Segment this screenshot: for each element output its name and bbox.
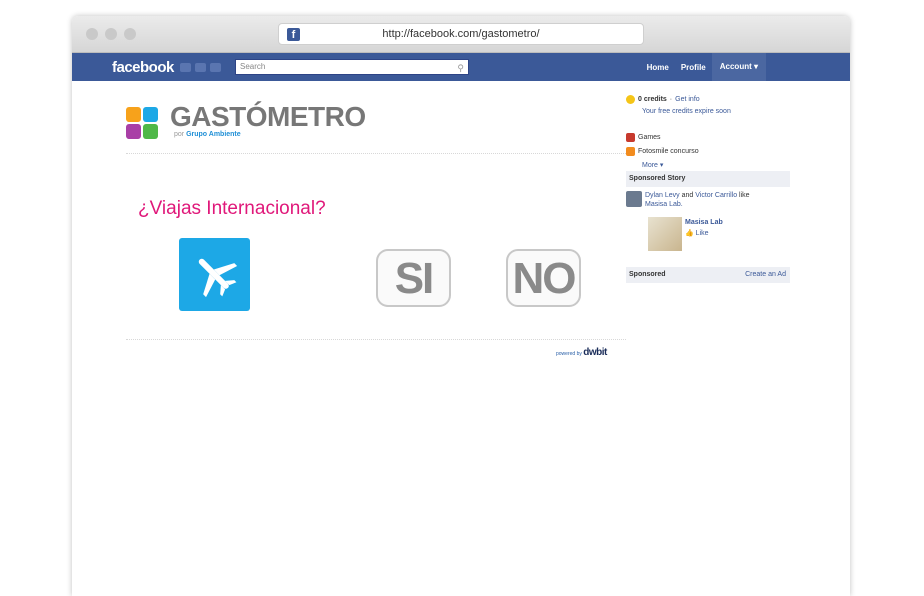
sponsored-title: Sponsored (629, 271, 666, 278)
story-and: and (679, 192, 696, 199)
nav-profile[interactable]: Profile (675, 63, 712, 72)
search-input[interactable]: Search ⚲ (235, 59, 469, 75)
sponsored-story-title: Sponsored Story (629, 175, 686, 182)
no-button[interactable]: NO (506, 249, 581, 307)
search-icon[interactable]: ⚲ (457, 61, 464, 75)
notification-icons (180, 63, 221, 72)
story-card: Masisa Lab 👍 Like (648, 217, 723, 251)
question-text: ¿Viajas Internacional? (138, 198, 326, 219)
story-name-2[interactable]: Victor Carrillo (695, 192, 737, 199)
bookmark-label: Fotosmile concurso (638, 148, 699, 155)
avatar[interactable] (626, 191, 642, 207)
top-nav: Home Profile Account ▾ (641, 53, 766, 81)
divider (126, 153, 626, 154)
credits-coin-icon (626, 95, 635, 104)
powered-prefix: powered by (556, 351, 582, 357)
story-like-text: like (737, 192, 750, 199)
powered-by: powered by dwbit (556, 347, 607, 358)
like-button[interactable]: 👍 Like (685, 230, 709, 237)
get-info-link[interactable]: Get info (675, 96, 700, 103)
subtitle-prefix: por (174, 131, 185, 138)
notifications-icon[interactable] (210, 63, 221, 72)
divider (126, 339, 626, 340)
nav-home[interactable]: Home (641, 63, 675, 72)
airplane-icon (179, 238, 250, 311)
bookmark-fotosmile[interactable]: Fotosmile concurso (626, 147, 699, 156)
app-title: GASTÓMETRO (170, 101, 366, 132)
url-text: http://facebook.com/gastometro/ (382, 28, 540, 40)
app-subtitle: por Grupo Ambiente (174, 131, 241, 138)
sponsored-story: Dylan Levy and Victor Carrillo like Masi… (626, 191, 785, 209)
story-page-link[interactable]: Masisa Lab. (645, 201, 683, 208)
address-bar[interactable]: f http://facebook.com/gastometro/ (278, 23, 644, 45)
minimize-window-button[interactable] (105, 28, 117, 40)
powered-brand[interactable]: dwbit (583, 347, 607, 358)
credits-expire-link[interactable]: Your free credits expire soon (642, 108, 731, 115)
yes-button[interactable]: SI (376, 249, 451, 307)
story-card-title[interactable]: Masisa Lab (685, 219, 723, 226)
credits-count: 0 credits (638, 96, 667, 103)
games-icon (626, 133, 635, 142)
gastometro-logo-icon (126, 107, 158, 139)
browser-toolbar: f http://facebook.com/gastometro/ (72, 16, 850, 53)
credits-row: 0 credits · Get info (626, 95, 700, 104)
bookmark-label: Games (638, 134, 661, 141)
create-ad-link[interactable]: Create an Ad (745, 267, 786, 283)
bookmark-games[interactable]: Games (626, 133, 661, 142)
friend-requests-icon[interactable] (180, 63, 191, 72)
fotosmile-app-icon (626, 147, 635, 156)
facebook-top-bar: facebook Search ⚲ Home Profile Account ▾ (72, 53, 850, 81)
credits-separator: · (669, 96, 673, 103)
browser-window: f http://facebook.com/gastometro/ facebo… (72, 16, 850, 596)
sponsored-header: Sponsored Create an Ad (626, 267, 790, 283)
close-window-button[interactable] (86, 28, 98, 40)
facebook-logo[interactable]: facebook (112, 59, 174, 76)
messages-icon[interactable] (195, 63, 206, 72)
masisa-lab-thumbnail[interactable] (648, 217, 682, 251)
subtitle-brand: Grupo Ambiente (186, 131, 241, 138)
maximize-window-button[interactable] (124, 28, 136, 40)
like-label: Like (695, 230, 709, 237)
story-name-1[interactable]: Dylan Levy (645, 192, 680, 199)
search-placeholder: Search (240, 62, 266, 71)
sponsored-story-header: Sponsored Story (626, 171, 790, 187)
nav-account[interactable]: Account ▾ (711, 53, 766, 81)
more-link[interactable]: More ▾ (642, 161, 663, 169)
